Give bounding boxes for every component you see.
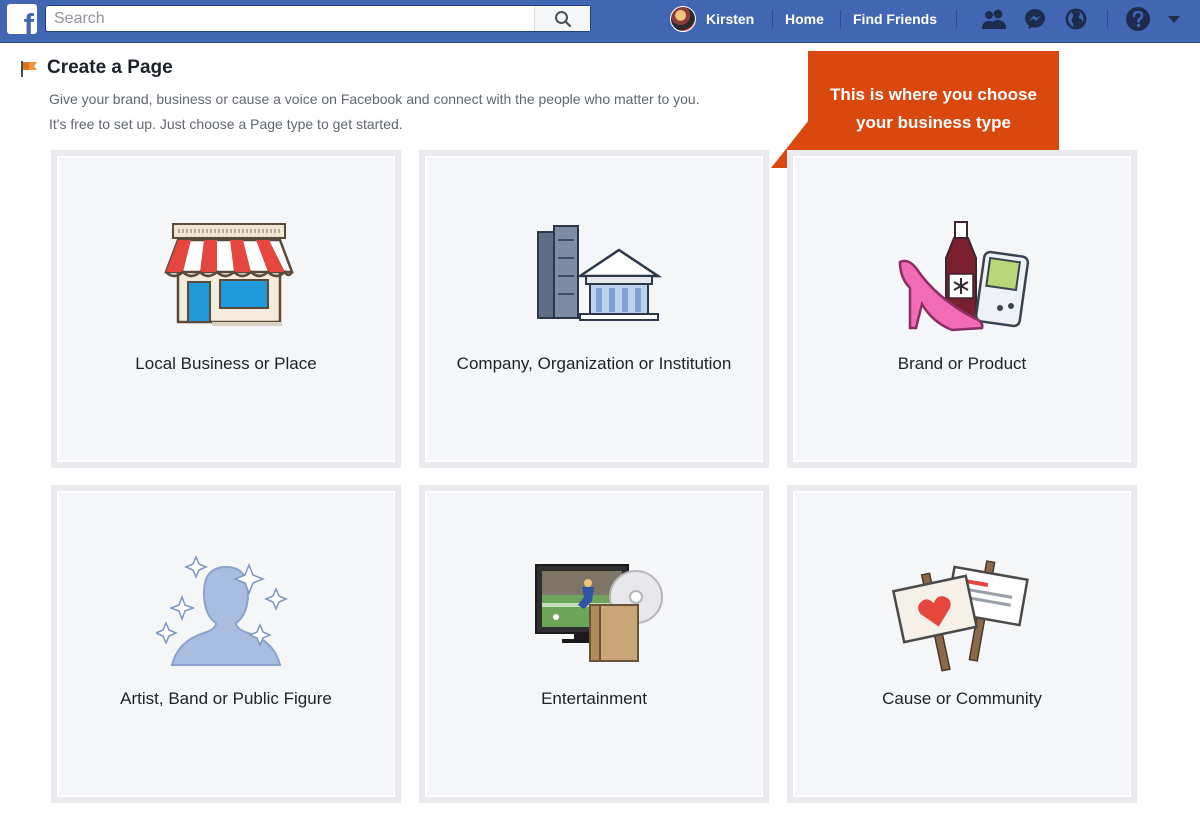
friend-requests-button[interactable] [980, 7, 1008, 31]
card-label: Company, Organization or Institution [456, 354, 732, 373]
notifications-button[interactable] [1062, 7, 1090, 31]
home-link[interactable]: Home [785, 11, 824, 27]
search-icon [554, 10, 571, 27]
nav-divider [840, 10, 841, 28]
facebook-logo[interactable]: f [7, 4, 37, 34]
search-input[interactable] [46, 6, 536, 31]
buildings-icon [537, 225, 663, 321]
messenger-button[interactable] [1021, 7, 1049, 31]
find-friends-link[interactable]: Find Friends [853, 11, 937, 27]
page-description: Give your brand, business or cause a voi… [49, 91, 700, 107]
page-type-card-cause[interactable]: Cause or Community [787, 485, 1137, 803]
signs-icon [892, 560, 1029, 672]
account-menu-button[interactable] [1161, 7, 1187, 31]
avatar [670, 6, 696, 32]
entertainment-icon [535, 564, 663, 662]
page-type-card-artist[interactable]: Artist, Band or Public Figure [51, 485, 401, 803]
page-type-card-brand[interactable]: Brand or Product [787, 150, 1137, 468]
card-label: Local Business or Place [135, 354, 317, 373]
help-button[interactable] [1124, 7, 1152, 31]
top-navigation-bar: f Kirsten Home Find Friends [0, 0, 1200, 43]
page-type-card-company[interactable]: Company, Organization or Institution [419, 150, 769, 468]
nav-divider [956, 10, 957, 28]
user-name: Kirsten [706, 11, 755, 27]
page-type-card-local-business[interactable]: Local Business or Place [51, 150, 401, 468]
friend-requests-icon [982, 9, 1006, 29]
card-label: Artist, Band or Public Figure [120, 689, 332, 708]
card-label: Cause or Community [882, 689, 1042, 708]
card-label: Brand or Product [897, 354, 1027, 373]
page-type-card-entertainment[interactable]: Entertainment [419, 485, 769, 803]
help-icon [1126, 7, 1150, 31]
public-figure-icon [156, 555, 288, 666]
profile-link[interactable]: Kirsten [670, 5, 754, 33]
annotation-callout: This is where you choose your business t… [808, 51, 1059, 166]
search-button[interactable] [534, 6, 590, 31]
callout-text: This is where you choose your business t… [830, 84, 1037, 132]
page-description-secondary: It's free to set up. Just choose a Page … [49, 116, 403, 132]
page-title: Create a Page [47, 57, 173, 78]
products-icon [898, 221, 1030, 332]
globe-icon [1065, 8, 1087, 30]
search-box [45, 5, 591, 32]
messenger-icon [1025, 9, 1045, 29]
storefront-icon [164, 223, 294, 326]
dropdown-arrow-icon [1168, 16, 1180, 23]
page-heading: Create a Page [20, 57, 173, 79]
nav-divider [772, 10, 773, 28]
flag-icon [21, 60, 37, 77]
nav-divider [1107, 10, 1108, 28]
card-label: Entertainment [541, 689, 647, 708]
